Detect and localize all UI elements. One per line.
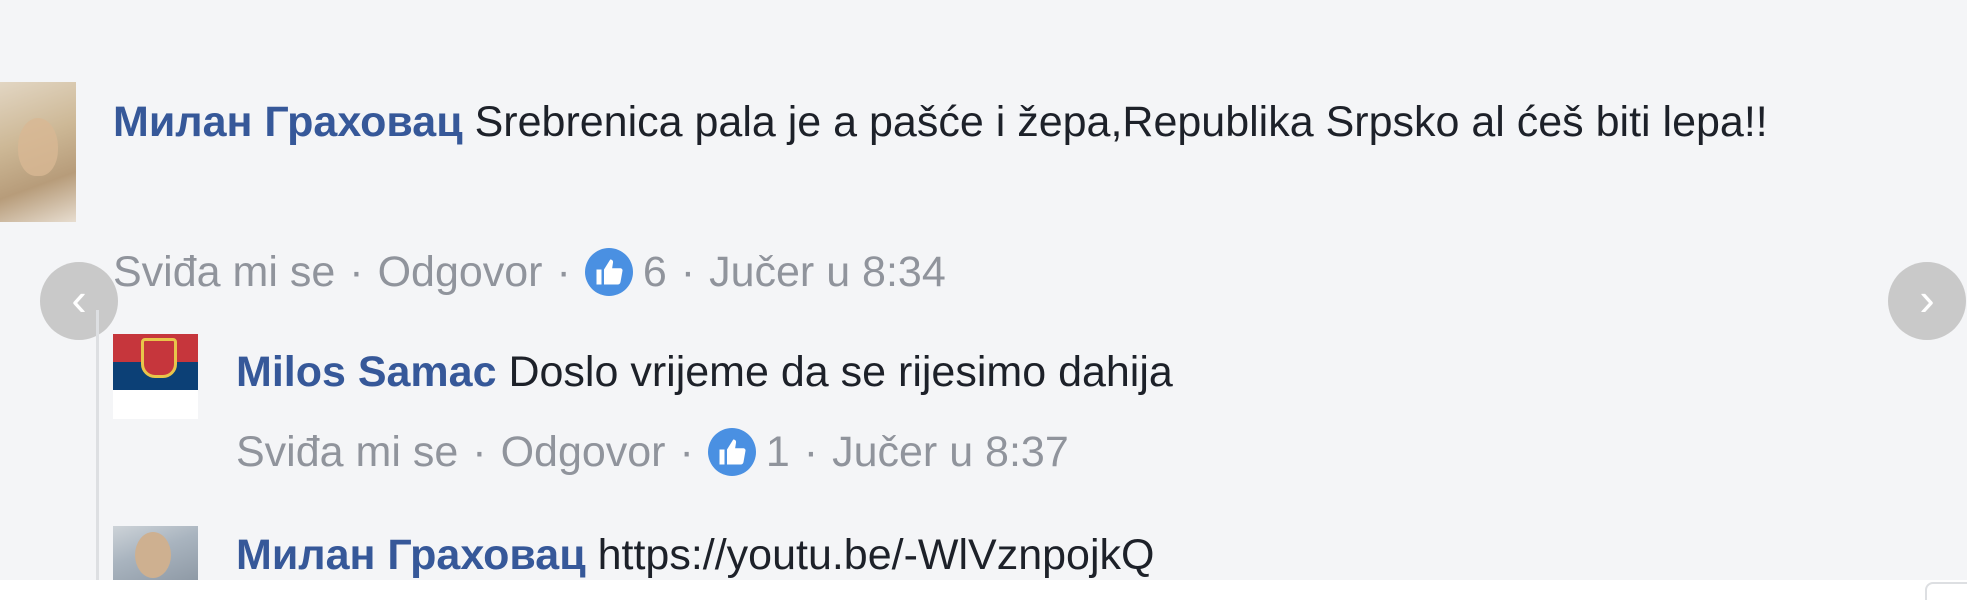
avatar-photo bbox=[18, 118, 58, 176]
avatar-photo bbox=[135, 532, 171, 578]
like-link[interactable]: Sviđa mi se bbox=[113, 240, 335, 304]
reply-link[interactable]: Odgovor bbox=[501, 420, 666, 484]
avatar[interactable] bbox=[0, 82, 76, 222]
reply-author-link[interactable]: Milos Samac bbox=[236, 348, 497, 396]
thumbs-up-icon[interactable] bbox=[584, 248, 633, 296]
reply-author-link[interactable]: Милан Граховац bbox=[236, 531, 586, 579]
comment-body: Милан Граховац Srebrenica pala je a pašć… bbox=[113, 90, 1913, 154]
comment-timestamp[interactable]: Jučer u 8:34 bbox=[709, 240, 946, 304]
separator: · bbox=[679, 428, 694, 476]
like-link[interactable]: Sviđa mi se bbox=[236, 420, 458, 484]
avatar[interactable] bbox=[113, 526, 198, 580]
coat-of-arms-icon bbox=[141, 338, 177, 378]
reaction-count[interactable]: 1 bbox=[766, 420, 790, 484]
chevron-right-icon[interactable]: › bbox=[1888, 262, 1966, 340]
avatar[interactable] bbox=[113, 334, 198, 419]
separator: · bbox=[803, 428, 819, 476]
scroll-corner bbox=[1925, 582, 1967, 600]
reply-body: Милан Граховац https://youtu.be/-WlVznpo… bbox=[236, 523, 1836, 587]
flag-white-band bbox=[113, 390, 198, 419]
reaction-count[interactable]: 6 bbox=[643, 240, 667, 304]
separator: · bbox=[556, 248, 571, 296]
comment-actions: Sviđa mi se · Odgovor · 6 · Jučer u 8:34 bbox=[113, 240, 946, 304]
reply-link[interactable]: Odgovor bbox=[378, 240, 543, 304]
separator: · bbox=[680, 248, 696, 296]
separator: · bbox=[349, 248, 364, 296]
reply-thread-line bbox=[96, 310, 99, 580]
separator: · bbox=[472, 428, 487, 476]
thumbs-up-icon[interactable] bbox=[707, 428, 756, 476]
chevron-left-icon[interactable]: ‹ bbox=[40, 262, 118, 340]
comment-author-link[interactable]: Милан Граховац bbox=[113, 98, 463, 146]
reply-link-url[interactable]: https://youtu.be/-WlVznpojkQ bbox=[598, 531, 1155, 579]
reply-body: Milos Samac Doslo vrijeme da se rijesimo… bbox=[236, 340, 1836, 404]
reply-timestamp[interactable]: Jučer u 8:37 bbox=[832, 420, 1069, 484]
reply-text: Doslo vrijeme da se rijesimo dahija bbox=[508, 348, 1173, 396]
reply-actions: Sviđa mi se · Odgovor · 1 · Jučer u 8:37 bbox=[236, 420, 1069, 484]
comment-text: Srebrenica pala je a pašće i žepa,Republ… bbox=[474, 98, 1768, 146]
